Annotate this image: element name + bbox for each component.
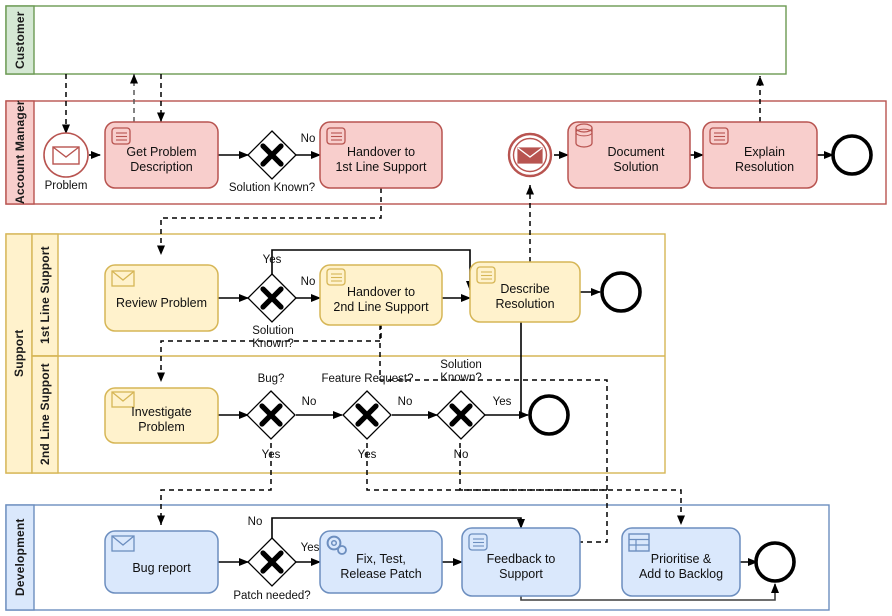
gateway-label-line1: Solution (252, 325, 294, 337)
flow-label-text: Yes (261, 449, 281, 461)
node-am-explain-resolution[interactable] (702, 121, 818, 189)
lane-label-development-text: Development (13, 518, 27, 597)
node-dev-end-event[interactable] (754, 541, 796, 583)
envelope-outline-icon (111, 270, 135, 287)
event-label-problem-text: Problem (44, 180, 88, 192)
node-dev-bug-report[interactable] (104, 530, 219, 594)
gateway-label-am-solution-text: Solution Known? (228, 182, 316, 194)
lane-label-development: Development (6, 505, 34, 610)
lane-label-1st-line-support: 1st Line Support (32, 234, 58, 356)
gateway-label-sl-solution-known: Solution Known? (421, 359, 501, 385)
gateway-label-sl-bug: Bug? (243, 373, 299, 386)
gateway-label-fl-solution-known: Solution Known? (232, 325, 314, 351)
flow-label-fl-no: No (296, 276, 320, 289)
flow-label-sl-solution-no: No (440, 449, 482, 462)
envelope-filled-icon (517, 147, 543, 164)
node-am-start-problem[interactable] (43, 132, 89, 178)
flow-label-text: No (301, 396, 317, 408)
gateway-label-line1: Solution (440, 359, 482, 371)
flow-label-am-no: No (296, 133, 320, 146)
node-am-intermediate-message-catch[interactable] (507, 132, 553, 178)
gateway-label-dev-patch-text: Patch needed? (233, 590, 311, 602)
node-dev-fix-test-release[interactable] (319, 530, 443, 594)
node-am-get-problem-description[interactable] (104, 121, 219, 189)
gateway-label-sl-bug-text: Bug? (257, 373, 285, 385)
flow-label-dev-patch-yes: Yes (295, 542, 325, 555)
pool-customer (5, 5, 787, 75)
flow-label-sl-feature-yes: Yes (346, 449, 388, 462)
manual-hand-icon (709, 127, 729, 145)
node-sl-investigate-problem[interactable] (104, 387, 219, 444)
database-icon (575, 123, 593, 148)
node-dev-prioritise-backlog[interactable] (621, 527, 741, 597)
gateway-label-sl-feature: Feature Request? (310, 373, 425, 386)
node-fl-handover-2nd-line[interactable] (319, 264, 443, 326)
manual-hand-icon (326, 127, 346, 145)
node-am-end-event[interactable] (831, 134, 873, 176)
flow-label-fl-no-text: No (300, 276, 316, 288)
bpmn-diagram-canvas: Customer Account Manager Support 1st Lin… (0, 0, 892, 616)
manual-hand-icon (326, 268, 346, 286)
flow-label-text: No (453, 449, 469, 461)
node-am-handover-1st-line[interactable] (319, 121, 443, 189)
gateway-label-am-solution-known: Solution Known? (212, 182, 332, 195)
lane-label-support: Support (6, 234, 32, 473)
gateway-label-line2: Known? (440, 372, 482, 385)
flow-label-text: No (247, 516, 263, 528)
flow-label-text: Yes (300, 542, 320, 554)
node-fl-end-event[interactable] (600, 271, 642, 313)
flow-label-sl-bug-yes: Yes (250, 449, 292, 462)
node-dev-feedback-to-support[interactable] (461, 527, 581, 597)
lane-label-customer-text: Customer (13, 11, 27, 69)
node-am-document-solution[interactable] (567, 121, 691, 189)
lane-label-customer: Customer (6, 6, 34, 74)
flow-label-text: No (397, 396, 413, 408)
gateway-label-sl-feature-text: Feature Request? (321, 373, 414, 385)
flow-label-text: Yes (357, 449, 377, 461)
flow-label-sl-feature-no: No (392, 396, 418, 409)
lane-label-support-text: Support (12, 329, 26, 378)
flow-label-sl-solution-yes: Yes (486, 396, 518, 409)
manual-hand-icon (476, 266, 496, 284)
bpmn-svg-layer (5, 5, 887, 611)
flow-label-sl-bug-no: No (296, 396, 322, 409)
manual-hand-icon (468, 533, 488, 551)
node-fl-describe-resolution[interactable] (469, 261, 581, 323)
envelope-outline-icon (111, 391, 135, 408)
flow-label-dev-patch-no: No (240, 516, 270, 529)
envelope-outline-icon (111, 535, 135, 552)
gateway-label-dev-patch-needed: Patch needed? (212, 590, 332, 603)
table-icon (628, 533, 650, 552)
flow-label-fl-yes: Yes (250, 254, 294, 267)
flow-label-am-no-text: No (300, 133, 316, 145)
lane-label-2nd-line-text: 2nd Line Support (38, 363, 52, 466)
lane-label-2nd-line-support: 2nd Line Support (32, 356, 58, 473)
manual-hand-icon (111, 127, 131, 145)
envelope-icon (52, 146, 80, 165)
node-fl-review-problem[interactable] (104, 264, 219, 332)
gateway-label-line2: Known? (252, 338, 294, 351)
node-sl-end-event[interactable] (528, 394, 570, 436)
flow-label-fl-yes-text: Yes (262, 254, 282, 266)
event-label-problem: Problem (30, 180, 102, 193)
lane-label-1st-line-text: 1st Line Support (38, 246, 52, 344)
flow-label-text: Yes (492, 396, 512, 408)
lane-label-account-manager-text: Account Manager (13, 100, 27, 205)
